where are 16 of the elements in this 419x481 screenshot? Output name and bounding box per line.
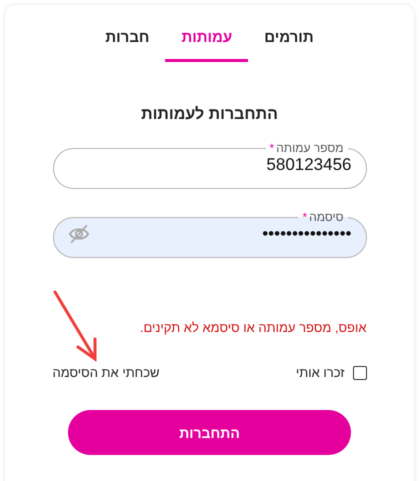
tab[interactable]: תורמים: [248, 21, 330, 62]
field-label: סיסמה: [309, 210, 344, 224]
field-value: •••••••••••••••: [262, 224, 352, 244]
login-button[interactable]: התחברות: [68, 410, 351, 455]
field-value: 580123456: [266, 155, 352, 175]
checkbox-label: זכרו אותי: [296, 365, 344, 380]
form-title: התחברות לעמותות: [141, 106, 278, 124]
tab[interactable]: חברות: [89, 21, 166, 62]
required-mark: *: [270, 141, 274, 155]
error-message: אופס, מספר עמותה או סיסמא לא תקינים.: [138, 320, 366, 335]
tab[interactable]: עמותות: [165, 21, 248, 62]
checkbox[interactable]: [352, 366, 366, 380]
password-field[interactable]: סיסמה * •••••••••••••••: [52, 211, 366, 258]
field-label: מספר עמותה: [276, 141, 344, 155]
required-mark: *: [302, 210, 308, 224]
forgot-password-link[interactable]: שכחתי את הסיסמה: [52, 365, 160, 380]
